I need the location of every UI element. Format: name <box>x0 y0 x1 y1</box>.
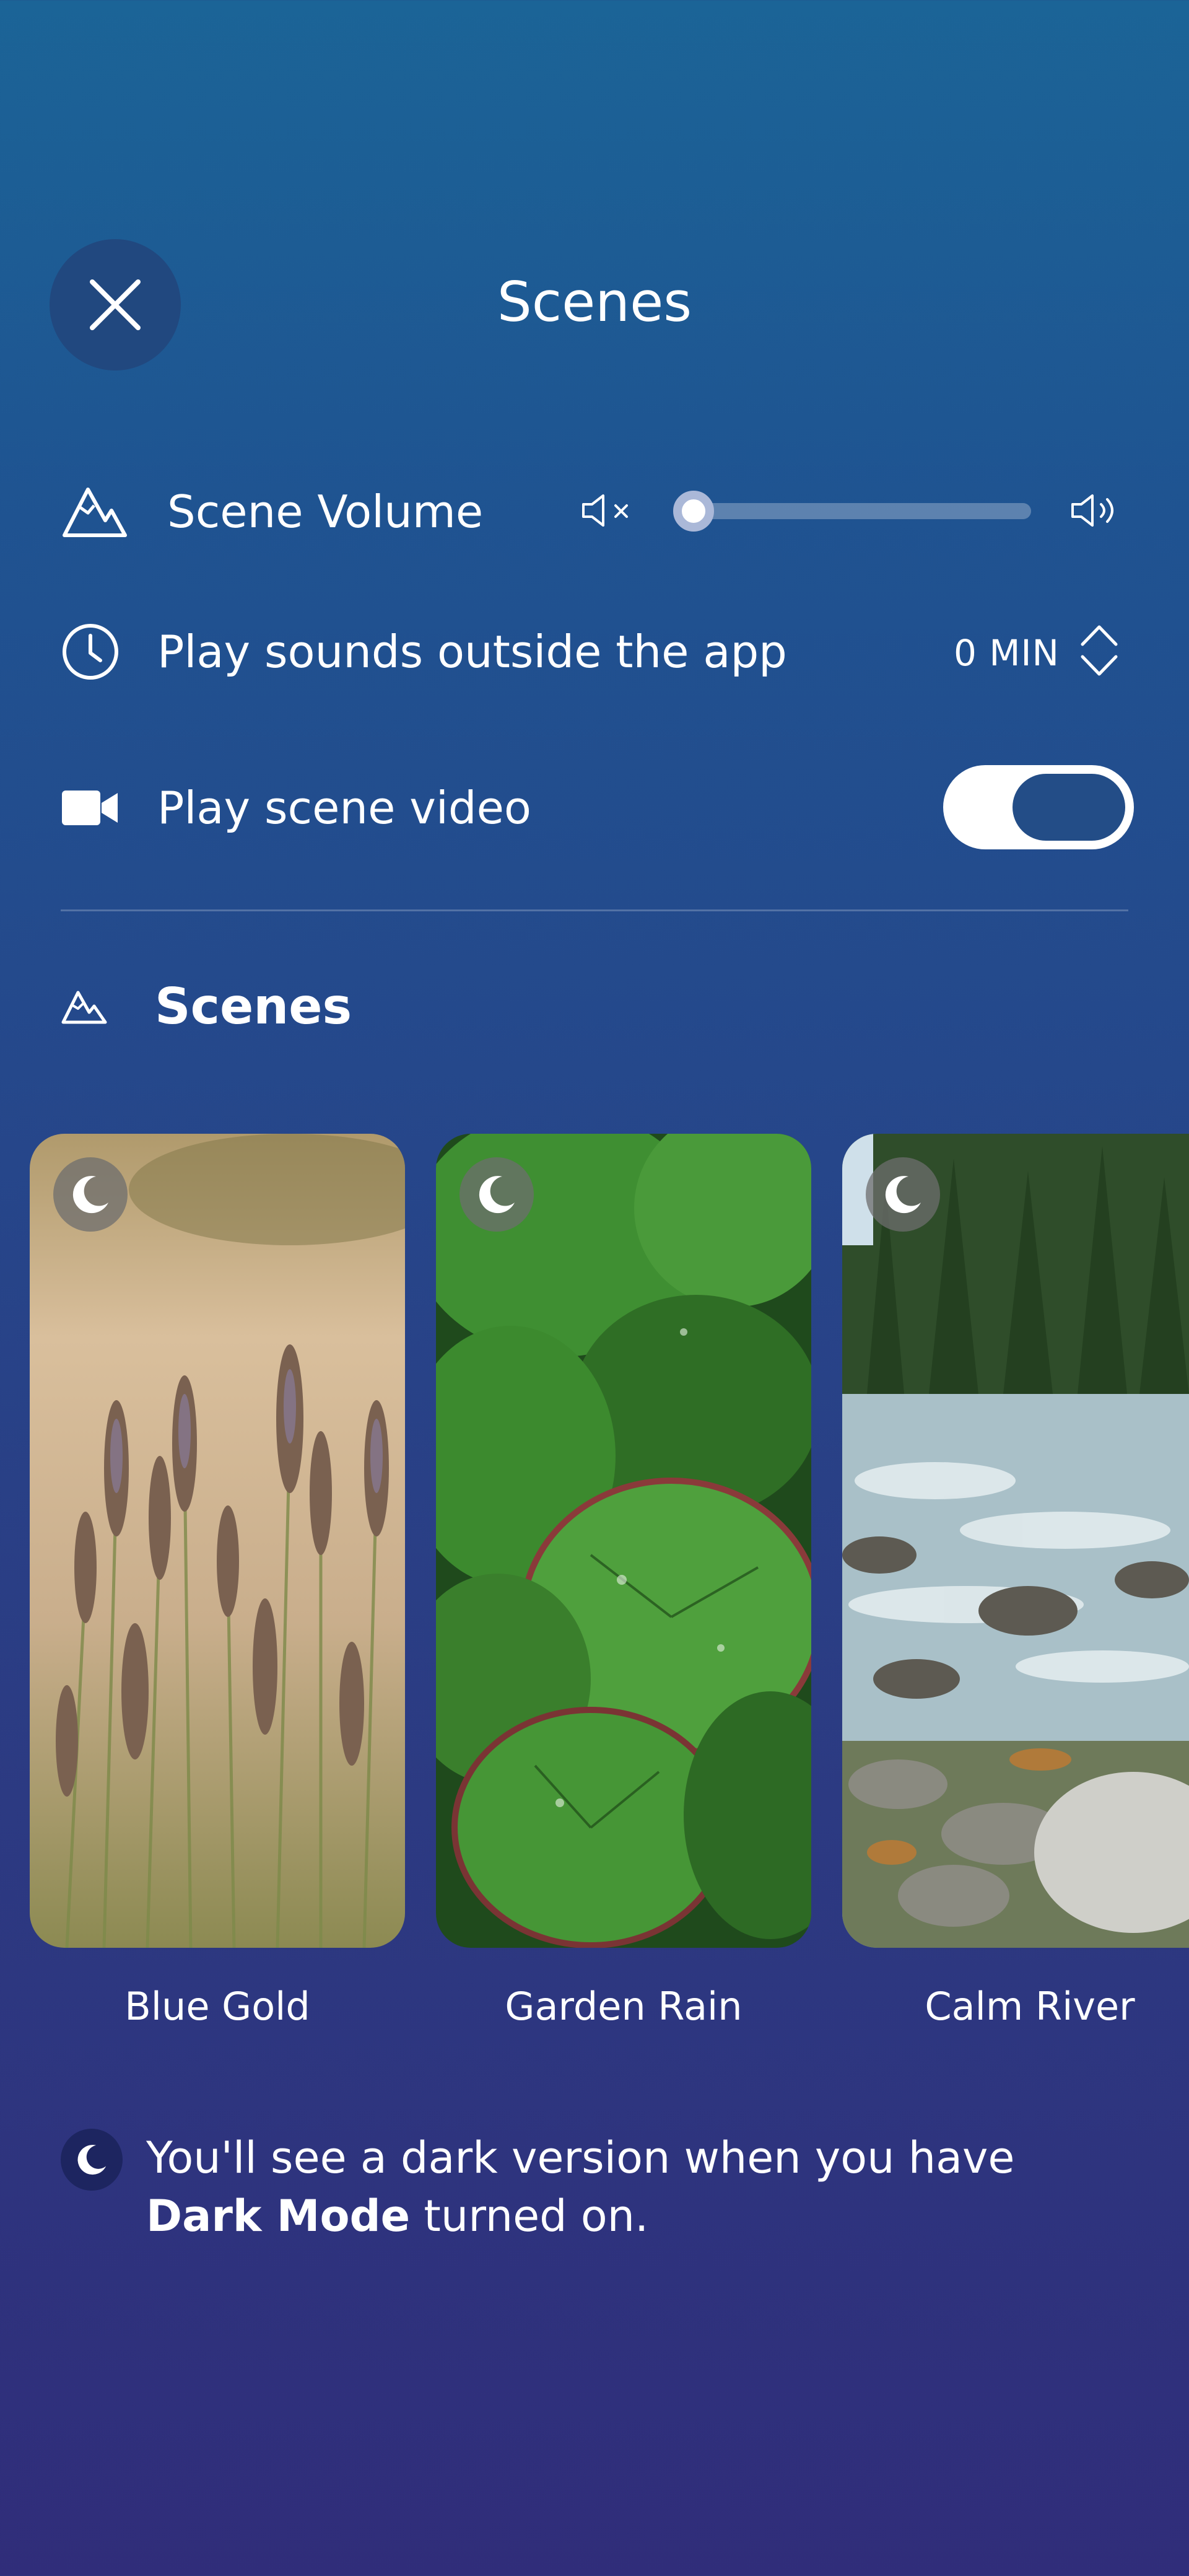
mountain-icon <box>63 488 127 537</box>
note-bold: Dark Mode <box>146 2191 411 2241</box>
moon-badge <box>866 1157 940 1232</box>
moon-badge <box>459 1157 534 1232</box>
page-title: Scenes <box>497 270 692 334</box>
section-title: Scenes <box>155 978 352 1035</box>
note-text-before: You'll see a dark version when you have <box>146 2132 1015 2183</box>
scene-label-calm-river: Calm River <box>925 1984 1135 2029</box>
dark-mode-note: You'll see a dark version when you have … <box>146 2129 1137 2245</box>
scene-volume-label: Scene Volume <box>167 486 484 538</box>
note-text-after: turned on. <box>410 2191 649 2241</box>
scene-image-river <box>842 1134 1189 1948</box>
scene-card-garden-rain[interactable] <box>436 1134 811 1948</box>
scene-image-leaves <box>436 1134 811 1948</box>
speaker-mute-icon[interactable] <box>581 493 637 528</box>
moon-icon <box>72 1176 108 1214</box>
note-moon-badge <box>61 2129 123 2191</box>
clock-icon <box>63 624 118 680</box>
volume-slider-track[interactable] <box>675 503 1031 519</box>
scene-image-lavender <box>30 1134 405 1948</box>
scene-label-garden-rain: Garden Rain <box>505 1984 743 2029</box>
toggle-knob <box>1013 774 1125 841</box>
scene-card-blue-gold[interactable] <box>30 1134 405 1948</box>
outside-app-label: Play sounds outside the app <box>157 626 787 678</box>
moon-badge <box>53 1157 128 1232</box>
speaker-loud-icon[interactable] <box>1070 493 1126 528</box>
scene-video-toggle[interactable] <box>943 765 1134 849</box>
scene-label-blue-gold: Blue Gold <box>124 1984 310 2029</box>
divider <box>61 909 1128 911</box>
moon-icon <box>77 2145 107 2175</box>
scene-card-calm-river[interactable] <box>842 1134 1189 1948</box>
chevron-updown-icon[interactable] <box>1078 622 1121 679</box>
mountain-icon <box>61 991 107 1024</box>
scene-video-label: Play scene video <box>157 782 531 834</box>
moon-icon <box>885 1176 921 1214</box>
video-camera-icon <box>62 791 118 825</box>
volume-slider-thumb[interactable] <box>673 491 714 532</box>
moon-icon <box>479 1176 515 1214</box>
timer-value[interactable]: 0 MIN <box>954 632 1060 674</box>
